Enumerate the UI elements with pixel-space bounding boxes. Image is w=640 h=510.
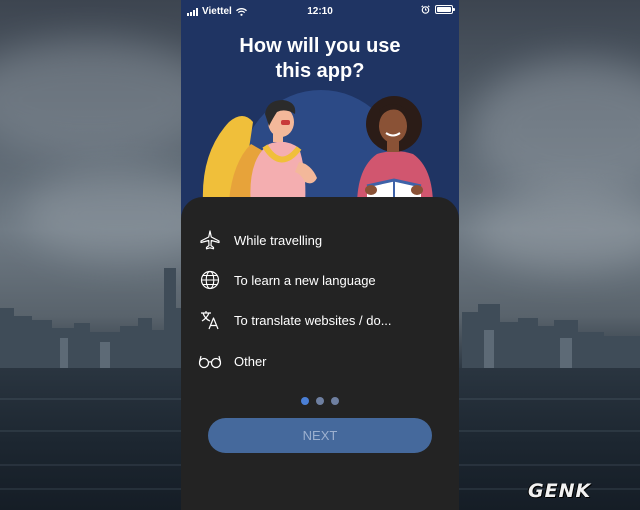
- glasses-icon: [195, 349, 225, 373]
- options-sheet: While travelling To learn a new language…: [181, 197, 459, 510]
- airplane-icon: [195, 228, 225, 252]
- next-button[interactable]: NEXT: [208, 418, 432, 453]
- page-dot: [331, 397, 339, 405]
- option-learn-language[interactable]: To learn a new language: [195, 264, 449, 296]
- page-dot-active: [301, 397, 309, 405]
- status-time: 12:10: [307, 6, 333, 17]
- people-illustration: [202, 90, 433, 212]
- globe-icon: [195, 268, 225, 292]
- alarm-icon: [421, 5, 430, 14]
- option-label: Other: [234, 353, 267, 369]
- option-while-travelling[interactable]: While travelling: [195, 224, 449, 256]
- page-dot: [316, 397, 324, 405]
- status-bar: Viettel 12:10: [181, 0, 459, 22]
- translate-icon: [195, 308, 225, 332]
- option-label: While travelling: [234, 232, 323, 248]
- phone-screen: Viettel 12:10 How will you use this app?: [181, 0, 459, 510]
- option-translate-websites[interactable]: To translate websites / do...: [195, 304, 449, 336]
- option-other[interactable]: Other: [195, 345, 449, 377]
- page-indicator: [181, 397, 459, 405]
- battery-icon: [435, 5, 455, 14]
- page-title: How will you use this app?: [201, 34, 439, 84]
- page-title-line2: this app?: [275, 60, 365, 82]
- page-title-line1: How will you use: [239, 35, 401, 57]
- genk-watermark-logo: GENK: [528, 480, 592, 502]
- option-label: To learn a new language: [234, 272, 376, 288]
- option-label: To translate websites / do...: [234, 312, 392, 328]
